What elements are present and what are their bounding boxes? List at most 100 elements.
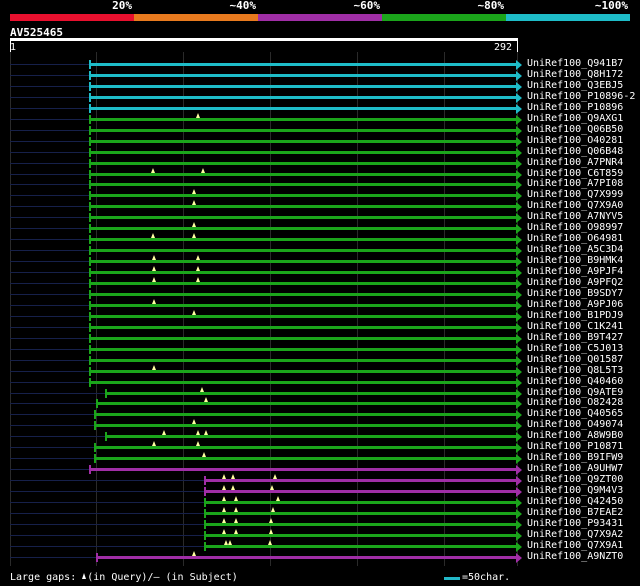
hit-label[interactable]: UniRef100_A7PNR4	[527, 157, 623, 168]
hit-bar[interactable]	[89, 194, 516, 197]
hit-label[interactable]: UniRef100_Q9AXG1	[527, 113, 623, 124]
hit-arrow-icon	[516, 345, 522, 355]
hit-bar[interactable]	[89, 96, 516, 99]
hit-label[interactable]: UniRef100_Q9M4V3	[527, 485, 623, 496]
hit-bar[interactable]	[204, 512, 516, 515]
hit-bar[interactable]	[94, 424, 516, 427]
hit-bar[interactable]	[105, 392, 516, 395]
hit-bar[interactable]	[105, 435, 516, 438]
hit-label[interactable]: UniRef100_O98997	[527, 222, 623, 233]
hit-bar[interactable]	[96, 402, 516, 405]
hit-bar[interactable]	[89, 162, 516, 165]
hit-label[interactable]: UniRef100_A7NYV5	[527, 211, 623, 222]
hit-label[interactable]: UniRef100_B7EAE2	[527, 507, 623, 518]
hit-label[interactable]: UniRef100_A5C3D4	[527, 244, 623, 255]
hit-bar[interactable]	[204, 534, 516, 537]
hit-label[interactable]: UniRef100_B1PDJ9	[527, 310, 623, 321]
hit-label[interactable]: UniRef100_A8W9B0	[527, 430, 623, 441]
hit-bar[interactable]	[89, 74, 516, 77]
hit-bar[interactable]	[89, 216, 516, 219]
hit-label[interactable]: UniRef100_P10896-2	[527, 91, 635, 102]
hit-start-cap	[89, 191, 91, 200]
hit-arrow-icon	[516, 60, 522, 70]
hit-label[interactable]: UniRef100_B9T427	[527, 332, 623, 343]
hit-label[interactable]: UniRef100_Q9ZT00	[527, 474, 623, 485]
hit-label[interactable]: UniRef100_Q7X9A1	[527, 540, 623, 551]
hit-label[interactable]: UniRef100_Q7X9A0	[527, 200, 623, 211]
hit-bar[interactable]	[89, 271, 516, 274]
hit-bar[interactable]	[96, 556, 516, 559]
hit-bar[interactable]	[89, 238, 516, 241]
hit-bar[interactable]	[89, 304, 516, 307]
hit-label[interactable]: UniRef100_Q941B7	[527, 58, 623, 69]
hit-bar[interactable]	[89, 140, 516, 143]
hit-label[interactable]: UniRef100_B9HMK4	[527, 255, 623, 266]
hit-label[interactable]: UniRef100_A9UHW7	[527, 463, 623, 474]
subject-extent	[10, 403, 96, 404]
hit-label[interactable]: UniRef100_Q3EBJ5	[527, 80, 623, 91]
hit-bar[interactable]	[89, 107, 516, 110]
hit-bar[interactable]	[89, 293, 516, 296]
hit-label[interactable]: UniRef100_A9PJ06	[527, 299, 623, 310]
hit-label[interactable]: UniRef100_Q8L5T3	[527, 365, 623, 376]
hit-bar[interactable]	[204, 479, 516, 482]
hit-bar[interactable]	[89, 129, 516, 132]
hit-bar[interactable]	[89, 315, 516, 318]
hit-bar[interactable]	[89, 227, 516, 230]
subject-extent	[10, 382, 89, 383]
hit-bar[interactable]	[94, 446, 516, 449]
hit-label[interactable]: UniRef100_Q40565	[527, 408, 623, 419]
hit-bar[interactable]	[94, 457, 516, 460]
hit-label[interactable]: UniRef100_Q01587	[527, 354, 623, 365]
hit-bar[interactable]	[89, 63, 516, 66]
hit-label[interactable]: UniRef100_C1K241	[527, 321, 623, 332]
hit-start-cap	[89, 115, 91, 124]
hit-bar[interactable]	[89, 183, 516, 186]
hit-label[interactable]: UniRef100_B9SDY7	[527, 288, 623, 299]
gap-marker-icon	[152, 299, 156, 304]
hit-bar[interactable]	[94, 413, 516, 416]
hit-bar[interactable]	[204, 523, 516, 526]
hit-bar[interactable]	[204, 545, 516, 548]
hit-bar[interactable]	[89, 381, 516, 384]
hit-label[interactable]: UniRef100_Q06B48	[527, 146, 623, 157]
hit-label[interactable]: UniRef100_A7PI08	[527, 178, 623, 189]
hit-bar[interactable]	[89, 249, 516, 252]
hit-label[interactable]: UniRef100_A9PFQ2	[527, 277, 623, 288]
hit-label[interactable]: UniRef100_Q7X999	[527, 189, 623, 200]
hit-bar[interactable]	[89, 205, 516, 208]
hit-bar[interactable]	[89, 348, 516, 351]
hit-bar[interactable]	[89, 337, 516, 340]
hit-label[interactable]: UniRef100_Q40460	[527, 376, 623, 387]
hit-label[interactable]: UniRef100_P10871	[527, 441, 623, 452]
hit-bar[interactable]	[89, 260, 516, 263]
hit-label[interactable]: UniRef100_O82428	[527, 397, 623, 408]
hit-label[interactable]: UniRef100_P93431	[527, 518, 623, 529]
hit-bar[interactable]	[89, 173, 516, 176]
hit-label[interactable]: UniRef100_B9IFW9	[527, 452, 623, 463]
gap-marker-icon	[82, 573, 87, 579]
hit-bar[interactable]	[204, 490, 516, 493]
hit-bar[interactable]	[204, 501, 516, 504]
hit-label[interactable]: UniRef100_A9PJF4	[527, 266, 623, 277]
hit-label[interactable]: UniRef100_Q7X9A2	[527, 529, 623, 540]
hit-start-cap	[89, 159, 91, 168]
hit-label[interactable]: UniRef100_P10896	[527, 102, 623, 113]
hit-bar[interactable]	[89, 468, 516, 471]
hit-label[interactable]: UniRef100_Q06B50	[527, 124, 623, 135]
gap-marker-icon	[234, 518, 238, 523]
hit-label[interactable]: UniRef100_Q42450	[527, 496, 623, 507]
hit-label[interactable]: UniRef100_O40281	[527, 135, 623, 146]
hit-bar[interactable]	[89, 151, 516, 154]
hit-bar[interactable]	[89, 282, 516, 285]
hit-label[interactable]: UniRef100_A9NZT0	[527, 551, 623, 562]
hit-label[interactable]: UniRef100_Q8H172	[527, 69, 623, 80]
hit-bar[interactable]	[89, 118, 516, 121]
hit-label[interactable]: UniRef100_O49074	[527, 419, 623, 430]
hit-bar[interactable]	[89, 326, 516, 329]
hit-label[interactable]: UniRef100_O64981	[527, 233, 623, 244]
hit-bar[interactable]	[89, 359, 516, 362]
hit-bar[interactable]	[89, 85, 516, 88]
hit-label[interactable]: UniRef100_C5J013	[527, 343, 623, 354]
hit-bar[interactable]	[89, 370, 516, 373]
